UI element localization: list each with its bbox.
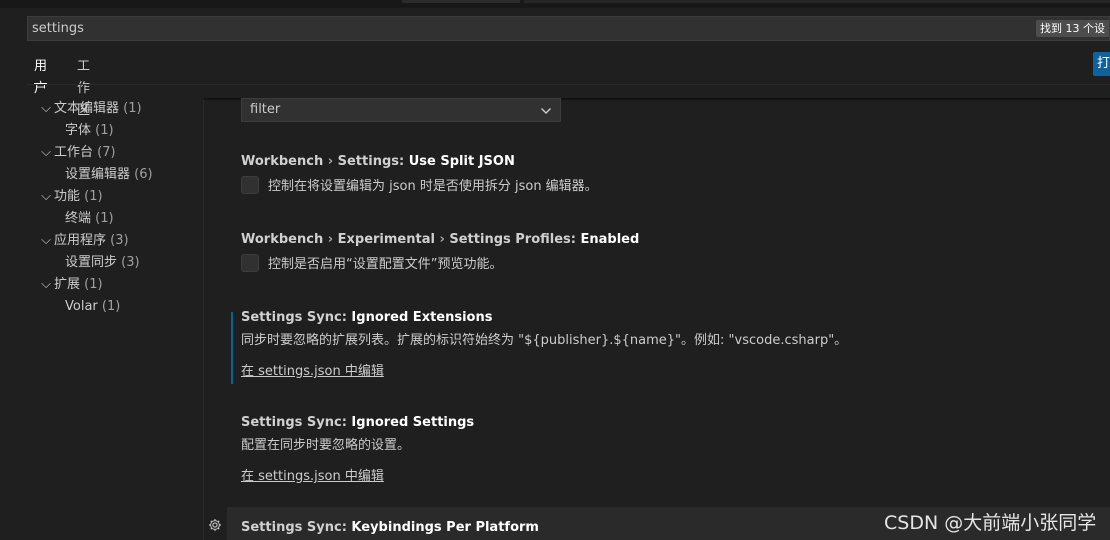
dropdown-value: filter bbox=[250, 102, 281, 117]
toc-label: 设置编辑器 bbox=[65, 167, 131, 182]
toc-label: 文本编辑器 bbox=[54, 101, 120, 116]
toc-count: (1) bbox=[84, 277, 103, 292]
settings-search-box[interactable]: 找到 13 个设 bbox=[27, 16, 1110, 41]
setting-description: 配置在同步时要忽略的设置。 bbox=[241, 438, 411, 453]
toc-count: (7) bbox=[97, 145, 116, 160]
toc-item-text-editor[interactable]: ⌵ 文本编辑器 (1) bbox=[38, 98, 142, 120]
toc-label: 应用程序 bbox=[54, 233, 107, 248]
edit-in-settings-json-link[interactable]: 在 settings.json 中编辑 bbox=[241, 465, 384, 484]
toc-item-font[interactable]: 字体 (1) bbox=[65, 120, 114, 142]
header-divider bbox=[27, 84, 1110, 85]
toc-label: 扩展 bbox=[54, 277, 81, 292]
toc-item-extensions[interactable]: ⌵ 扩展 (1) bbox=[38, 274, 103, 296]
chevron-down-icon: ⌵ bbox=[41, 145, 51, 160]
toc-item-settings-editor[interactable]: 设置编辑器 (6) bbox=[65, 164, 153, 186]
chevron-down-icon bbox=[541, 108, 551, 114]
toc-item-features[interactable]: ⌵ 功能 (1) bbox=[38, 186, 103, 208]
toc-label: 设置同步 bbox=[65, 255, 118, 270]
editor-tab-hint bbox=[402, 0, 520, 3]
toc-label: 功能 bbox=[54, 189, 81, 204]
toc-item-terminal[interactable]: 终端 (1) bbox=[65, 208, 114, 230]
setting-ignored-extensions: Settings Sync: Ignored Extensions 同步时要忽略… bbox=[241, 310, 1101, 379]
toc-count: (1) bbox=[123, 101, 142, 116]
watermark-text: CSDN @大前端小张同学 bbox=[884, 512, 1097, 534]
toc-item-application[interactable]: ⌵ 应用程序 (3) bbox=[38, 230, 129, 252]
toc-count: (1) bbox=[95, 211, 114, 226]
toc-count: (1) bbox=[84, 189, 103, 204]
tab-workspace[interactable]: 工作区 bbox=[77, 56, 90, 118]
open-settings-json-button[interactable]: 打 bbox=[1093, 52, 1110, 76]
setting-ignored-settings: Settings Sync: Ignored Settings 配置在同步时要忽… bbox=[241, 415, 1101, 484]
toc-count: (3) bbox=[121, 255, 140, 270]
search-result-count-badge: 找到 13 个设 bbox=[1036, 20, 1109, 37]
toc-label: 工作台 bbox=[54, 145, 94, 160]
toc-label: 终端 bbox=[65, 211, 92, 226]
toc-label: Volar bbox=[65, 299, 98, 314]
setting-title: Settings Sync: Ignored Extensions bbox=[241, 310, 493, 325]
toc-item-settings-sync[interactable]: 设置同步 (3) bbox=[65, 252, 140, 274]
tab-user[interactable]: 用户 bbox=[34, 56, 48, 96]
toc-count: (6) bbox=[134, 167, 153, 182]
chevron-down-icon: ⌵ bbox=[41, 189, 51, 204]
toc-item-workbench[interactable]: ⌵ 工作台 (7) bbox=[38, 142, 116, 164]
setting-dropdown[interactable]: filter bbox=[241, 98, 561, 122]
edit-in-settings-json-link[interactable]: 在 settings.json 中编辑 bbox=[241, 360, 384, 379]
setting-use-split-json: Workbench › Settings: Use Split JSON 控制在… bbox=[241, 154, 1101, 194]
setting-title: Settings Sync: Ignored Settings bbox=[241, 415, 475, 430]
setting-description: 控制在将设置编辑为 json 时是否使用拆分 json 编辑器。 bbox=[268, 179, 598, 194]
focused-setting-indicator bbox=[231, 312, 233, 384]
settings-search-input[interactable] bbox=[32, 19, 932, 38]
toc-label: 字体 bbox=[65, 123, 92, 138]
setting-description: 同步时要忽略的扩展列表。扩展的标识符始终为 "${publisher}.${na… bbox=[241, 333, 848, 348]
setting-title: Workbench › Experimental › Settings Prof… bbox=[241, 232, 640, 247]
setting-checkbox[interactable] bbox=[241, 253, 259, 272]
setting-title: Workbench › Settings: Use Split JSON bbox=[241, 154, 515, 169]
setting-checkbox[interactable] bbox=[241, 175, 259, 194]
setting-description: 控制是否启用“设置配置文件”预览功能。 bbox=[268, 257, 503, 272]
title-strip bbox=[0, 0, 1110, 8]
chevron-down-icon: ⌵ bbox=[41, 101, 51, 116]
toc-count: (1) bbox=[95, 123, 114, 138]
chevron-down-icon: ⌵ bbox=[41, 233, 51, 248]
gear-icon[interactable] bbox=[208, 518, 222, 532]
setting-settings-profiles-enabled: Workbench › Experimental › Settings Prof… bbox=[241, 232, 1101, 272]
editor-tab-area bbox=[524, 0, 1110, 3]
toc-item-volar[interactable]: Volar (1) bbox=[65, 296, 120, 318]
toc-count: (3) bbox=[110, 233, 129, 248]
chevron-down-icon: ⌵ bbox=[41, 277, 51, 292]
toc-count: (1) bbox=[101, 299, 121, 314]
